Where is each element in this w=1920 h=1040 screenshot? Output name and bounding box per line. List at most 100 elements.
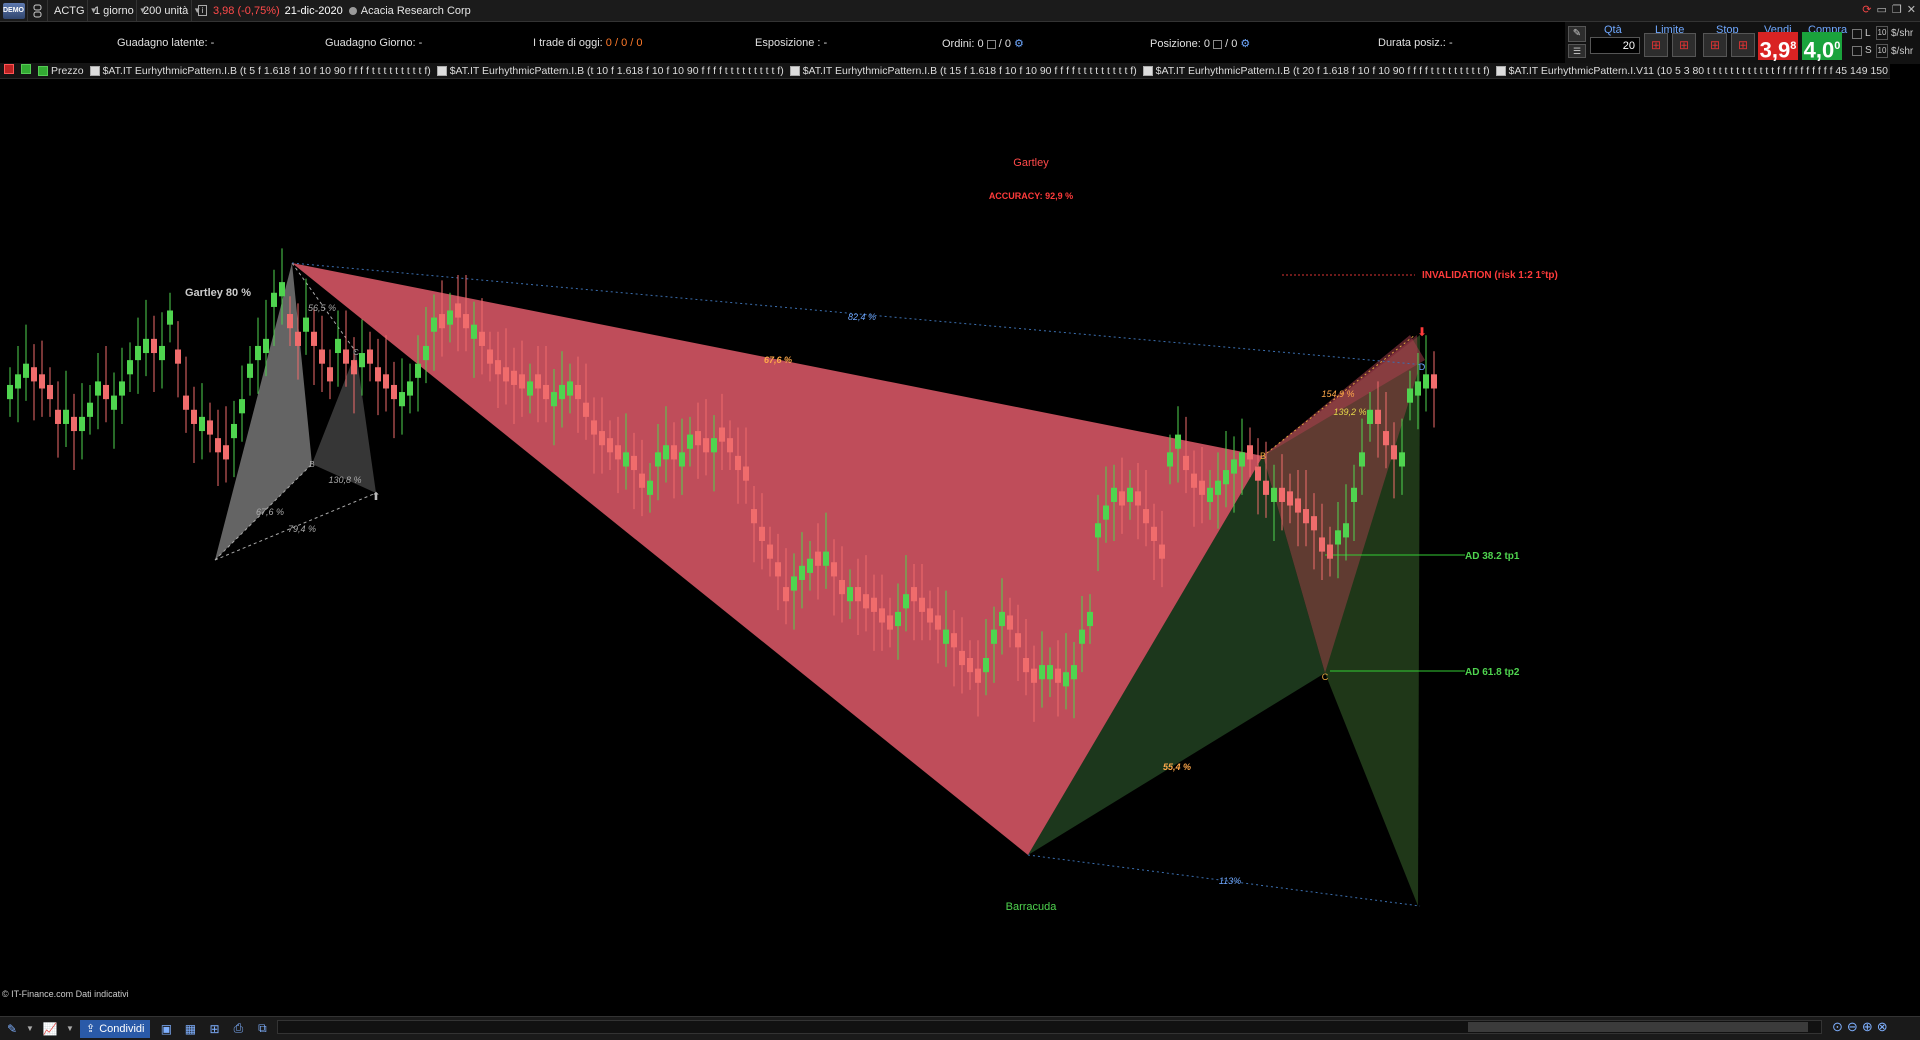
legend-checkbox[interactable] (89, 65, 100, 76)
sell-signal-arrow-icon: ⬇ (1417, 325, 1427, 339)
limit-buy-button[interactable]: ⊞ (1644, 33, 1668, 57)
link-icon[interactable] (28, 0, 48, 22)
edit-icon[interactable]: ✎ (1568, 26, 1586, 42)
candle-body (391, 384, 397, 400)
candle-body (1143, 509, 1149, 524)
orders: Ordini: 0 / 0 ⚙ (942, 38, 1024, 50)
candle-body (823, 551, 829, 566)
position-icon[interactable] (1213, 39, 1223, 49)
refresh-icon[interactable]: ⟳ (1862, 3, 1871, 16)
candle-body (1047, 665, 1053, 680)
candle-body (367, 349, 373, 364)
scroll-thumb[interactable] (1468, 1022, 1808, 1032)
long-checkbox[interactable] (1852, 29, 1862, 39)
price-change: 3,98 (-0,75%) (213, 4, 280, 17)
candle-body (463, 314, 469, 329)
qty-label: Qtà (1604, 24, 1622, 36)
symbol-selector[interactable]: ACTG ▼ (48, 0, 97, 22)
candle-body (255, 345, 261, 361)
stop-sell-button[interactable]: ⊞ (1731, 33, 1755, 57)
candle-body (455, 303, 461, 318)
legend-checkbox[interactable] (1142, 65, 1153, 76)
candle-body (767, 544, 773, 559)
candle-body (1031, 668, 1037, 683)
legend-toggle-icons[interactable] (0, 64, 34, 77)
lot-short[interactable]: 10 (1876, 44, 1888, 58)
candle-body (599, 431, 605, 446)
zoom-out-icon[interactable]: ⊖ (1847, 1019, 1858, 1035)
lot-long[interactable]: 10 (1876, 26, 1888, 40)
draw-tool-icon[interactable]: ✎ (1, 1019, 23, 1039)
candle-body (983, 657, 989, 673)
candle-body (1279, 487, 1285, 502)
zoom-reset-icon[interactable]: ⊗ (1877, 1019, 1888, 1035)
candle-body (1183, 455, 1189, 471)
quantity-input[interactable] (1590, 37, 1640, 54)
candle-body (1159, 544, 1165, 559)
time-scrollbar[interactable] (277, 1020, 1822, 1034)
info-icon[interactable]: i (198, 5, 207, 16)
candle-body (1207, 487, 1213, 502)
sell-button[interactable]: 3,98 (1758, 32, 1798, 62)
grid-icon[interactable]: ⊞ (203, 1019, 225, 1039)
candle-body (471, 324, 477, 339)
window-icon[interactable]: ▣ (155, 1019, 177, 1039)
print-icon[interactable]: ⎙ (227, 1019, 249, 1039)
candle-body (1399, 452, 1405, 467)
chevron-down-icon[interactable]: ▼ (65, 1019, 75, 1039)
candle-body (815, 551, 821, 566)
units-selector[interactable]: 200 unità ▼ (137, 0, 201, 22)
legend-checkbox[interactable] (1495, 65, 1506, 76)
candle-body (527, 381, 533, 396)
candle-body (1431, 374, 1437, 389)
candle-body (327, 367, 333, 382)
candle-body (743, 466, 749, 481)
candle-body (279, 282, 285, 297)
pattern-accuracy: ACCURACY: 92,9 % (989, 191, 1073, 201)
timeframe-selector[interactable]: 1 giorno ▼ (88, 0, 147, 22)
candle-body (1415, 381, 1421, 396)
close-icon[interactable]: ✕ (1907, 3, 1916, 16)
candle-body (319, 349, 325, 364)
candle-body (135, 345, 141, 361)
legend-checkbox[interactable] (38, 65, 48, 76)
candle-body (63, 409, 69, 424)
indicators-icon[interactable]: ⧉ (251, 1019, 273, 1039)
list-icon[interactable]: ☰ (1568, 44, 1586, 58)
buy-button[interactable]: 4,00 (1802, 32, 1842, 62)
candle-body (167, 310, 173, 325)
candle-body (615, 445, 621, 460)
restore-icon[interactable]: ❐ (1892, 3, 1902, 16)
company-name: Acacia Research Corp (360, 4, 471, 17)
candle-body (175, 349, 181, 364)
candle-body (479, 331, 485, 346)
price-chart[interactable]: 4,854,84,754,74,654,64,554,54,454,44,354… (0, 80, 1890, 998)
chain-link-icon (33, 4, 42, 17)
legend-checkbox[interactable] (436, 65, 447, 76)
short-checkbox[interactable] (1852, 46, 1862, 56)
gear-icon[interactable]: ⚙ (1014, 38, 1024, 50)
candle-body (1367, 409, 1373, 424)
limit-sell-button[interactable]: ⊞ (1672, 33, 1696, 57)
gear-icon[interactable]: ⚙ (1240, 38, 1250, 50)
small-pattern-title: Gartley 80 % (185, 287, 251, 299)
chart-type-icon[interactable]: 📈 (37, 1019, 63, 1039)
minimize-icon[interactable]: ▭ (1877, 3, 1887, 16)
candle-body (399, 392, 405, 407)
stop-buy-button[interactable]: ⊞ (1703, 33, 1727, 57)
chevron-down-icon[interactable]: ▼ (25, 1019, 35, 1039)
candle-body (607, 438, 613, 453)
orders-icon[interactable] (986, 39, 996, 49)
indicator-legend: Prezzo $AT.IT EurhythmicPattern.I.B (t 5 … (0, 63, 1890, 79)
candle-body (1407, 388, 1413, 403)
zoom-fit-icon[interactable]: ⊙ (1832, 1019, 1843, 1035)
today-trades: I trade di oggi: 0 / 0 / 0 (533, 37, 643, 49)
candle-body (1343, 523, 1349, 538)
share-button[interactable]: ⇪ Condividi (80, 1019, 151, 1038)
zoom-in-icon[interactable]: ⊕ (1862, 1019, 1873, 1035)
legend-item-label: $AT.IT EurhythmicPattern.I.V11 (10 5 3 8… (1508, 64, 1888, 77)
short-label: S (1865, 45, 1872, 56)
candle-body (15, 374, 21, 389)
table-icon[interactable]: ▦ (179, 1019, 201, 1039)
legend-checkbox[interactable] (789, 65, 800, 76)
